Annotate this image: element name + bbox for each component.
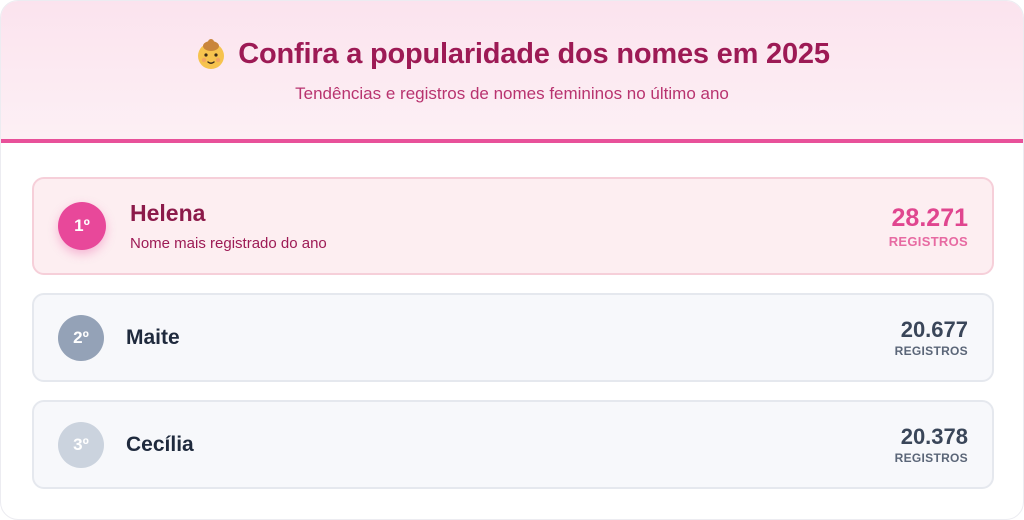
page-subtitle: Tendências e registros de nomes feminino… bbox=[295, 84, 729, 103]
name: Maite bbox=[126, 325, 180, 349]
count-value: 28.271 bbox=[891, 203, 968, 232]
list-item-first: 1º Helena Nome mais registrado do ano 28… bbox=[32, 177, 994, 275]
count-label: REGISTROS bbox=[888, 233, 968, 249]
page-title: Confira a popularidade dos nomes em 2025 bbox=[238, 37, 830, 70]
count-value: 20.378 bbox=[900, 424, 968, 449]
count-label: REGISTROS bbox=[894, 451, 968, 465]
popularity-card: Confira a popularidade dos nomes em 2025… bbox=[0, 0, 1024, 520]
rank-badge: 3º bbox=[58, 421, 104, 468]
baby-face-icon bbox=[194, 37, 228, 71]
title-row: Confira a popularidade dos nomes em 2025 bbox=[1, 1, 1023, 71]
list-item-third: 3º Cecília 20.378 REGISTROS bbox=[32, 400, 994, 489]
header: Confira a popularidade dos nomes em 2025… bbox=[1, 1, 1023, 143]
registration-count: 28.271 REGISTROS bbox=[889, 204, 968, 249]
registration-count: 20.677 REGISTROS bbox=[895, 317, 968, 358]
registration-count: 20.378 REGISTROS bbox=[895, 424, 968, 465]
name-description: Nome mais registrado do ano bbox=[130, 235, 327, 252]
rank-badge: 1º bbox=[58, 202, 106, 250]
name: Cecília bbox=[126, 432, 194, 456]
ranking-list: 1º Helena Nome mais registrado do ano 28… bbox=[32, 177, 994, 489]
name: Helena bbox=[130, 200, 206, 226]
rank-badge: 2º bbox=[58, 314, 104, 361]
name-block: Helena Nome mais registrado do ano bbox=[130, 200, 327, 252]
count-value: 20.677 bbox=[900, 317, 968, 342]
list-item-second: 2º Maite 20.677 REGISTROS bbox=[32, 293, 994, 382]
count-label: REGISTROS bbox=[894, 344, 968, 358]
